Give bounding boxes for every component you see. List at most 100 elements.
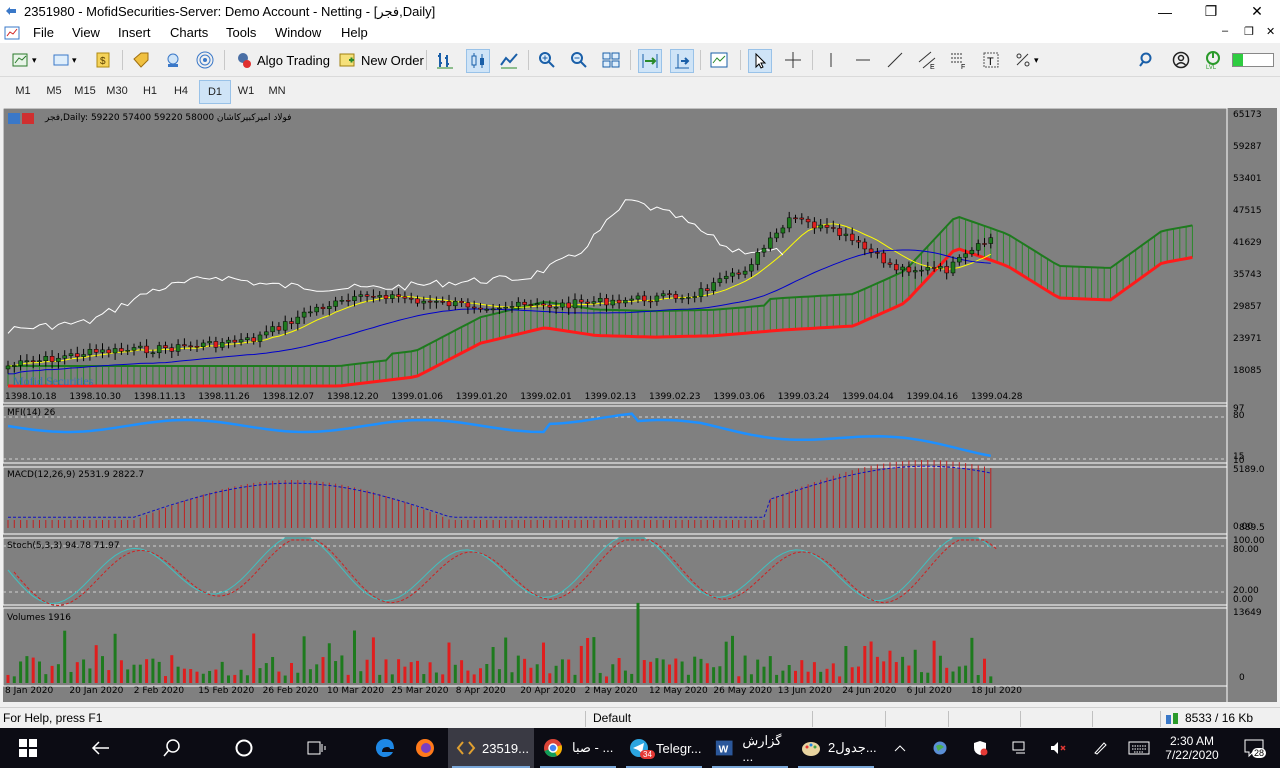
signals-button[interactable] [194,49,216,71]
new-chart-button[interactable]: ▾ [10,49,37,71]
price-label: 65173 [1233,110,1262,120]
horizontal-line-button[interactable] [852,49,874,71]
data-window-button[interactable] [130,49,152,71]
chart-canvas[interactable] [3,108,1277,702]
tray-defender[interactable] [968,728,992,768]
keyboard-icon [1128,741,1150,755]
menu-view[interactable]: View [72,25,100,40]
vertical-line-button[interactable] [820,49,842,71]
tray-clock[interactable]: 2:30 AM 7/22/2020 [1158,728,1226,768]
market-watch-button[interactable]: $ [92,49,114,71]
start-button[interactable] [0,728,56,768]
tag-icon [133,52,149,68]
cursor-tool-button[interactable] [748,49,772,73]
chart-shift-icon [675,54,690,69]
status-profile: Default [593,711,632,725]
candle-body [982,243,987,245]
horizontal-line-icon [856,59,870,61]
account-button[interactable] [1170,49,1192,71]
taskbar-word[interactable]: W گزارش ... [708,728,792,768]
tf-h4[interactable]: H4 [166,80,196,102]
taskbar-chrome[interactable]: صبا - ... [536,728,620,768]
templates-button[interactable] [708,49,730,71]
candle-body [906,266,912,273]
metatrader-icon [6,7,16,15]
navigator-button[interactable] [162,49,184,71]
menu-charts[interactable]: Charts [170,25,208,40]
chart-shift-button[interactable] [670,49,694,73]
trendline-button[interactable] [884,49,906,71]
bar-chart-button[interactable] [434,49,456,71]
search-button[interactable] [1136,49,1158,71]
action-center-button[interactable]: 28 [1236,728,1272,768]
candle-body [75,353,80,357]
taskbar-telegram[interactable]: 34 Telegr... [622,728,706,768]
network-traffic-icon [1166,713,1178,724]
candle-body [824,224,830,228]
tile-windows-button[interactable] [600,49,622,71]
child-close-button[interactable]: ✕ [1266,25,1275,38]
line-chart-button[interactable] [498,49,520,71]
candle-body [327,306,332,309]
menu-help[interactable]: Help [341,25,368,40]
tf-m30[interactable]: M30 [102,80,132,102]
candle-body [119,348,124,352]
candle-body [213,341,219,348]
tray-expand-button[interactable] [888,728,912,768]
child-minimize-button[interactable]: – [1222,25,1228,37]
tf-mn[interactable]: MN [262,80,292,102]
crosshair-button[interactable] [782,49,804,71]
menu-file[interactable]: File [33,25,54,40]
profiles-button[interactable]: ▾ [50,49,77,71]
shapes-button[interactable]: ▾ [1012,49,1039,71]
date-label: 1399.04.16 [906,392,959,402]
taskbar-paint[interactable]: جدول2... [794,728,878,768]
child-restore-button[interactable]: ❐ [1244,25,1254,38]
edge-icon [375,738,394,757]
edge-button[interactable] [365,728,405,768]
text-tool-button[interactable]: T [980,49,1002,71]
candle-body [988,237,994,244]
candlestick-button[interactable] [466,49,490,73]
back-button[interactable] [80,728,120,768]
equidistant-channel-button[interactable]: E [916,49,938,71]
candle-body [245,337,250,340]
close-button[interactable]: ✕ [1234,0,1280,23]
algo-trading-button[interactable]: Algo Trading [232,49,330,71]
menu-insert[interactable]: Insert [118,25,151,40]
task-view-button[interactable] [296,728,336,768]
chart-window-icon[interactable] [4,25,20,41]
taskbar-metatrader[interactable]: 23519... [448,728,534,768]
candle-body [755,251,760,265]
new-order-button[interactable]: New Order [336,49,424,71]
tf-d1[interactable]: D1 [199,80,231,104]
zoom-in-button[interactable] [536,49,558,71]
stoch-main-line [7,537,992,605]
search-taskbar-button[interactable] [152,728,192,768]
tf-w1[interactable]: W1 [231,80,261,102]
candle-body [358,294,364,297]
status-bar: For Help, press F1 Default 8533 / 16 Kb [0,707,1280,729]
tray-network-globe[interactable] [928,728,952,768]
fibonacci-button[interactable]: F [948,49,970,71]
auto-scroll-button[interactable] [638,49,662,73]
menu-window[interactable]: Window [275,25,321,40]
tray-keyboard[interactable] [1126,728,1152,768]
tray-volume[interactable] [1046,728,1070,768]
tray-network[interactable] [1008,728,1032,768]
menu-tools[interactable]: Tools [226,25,256,40]
tf-m1[interactable]: M1 [8,80,38,102]
zoom-out-button[interactable] [568,49,590,71]
minimize-button[interactable]: — [1142,0,1188,23]
tf-m5[interactable]: M5 [39,80,69,102]
tf-m15[interactable]: M15 [70,80,100,102]
signal-level-button[interactable]: LVL [1202,49,1224,71]
tf-h1[interactable]: H1 [135,80,165,102]
chart-window[interactable]: فجر,Daily: 59220 57400 59220 58000 فولاد… [3,108,1277,702]
status-help: For Help, press F1 [3,711,103,725]
cortana-button[interactable] [224,728,264,768]
maximize-button[interactable]: ❐ [1188,0,1234,23]
firefox-button[interactable] [405,728,445,768]
tray-pen[interactable] [1088,728,1112,768]
candle-body [660,293,666,297]
